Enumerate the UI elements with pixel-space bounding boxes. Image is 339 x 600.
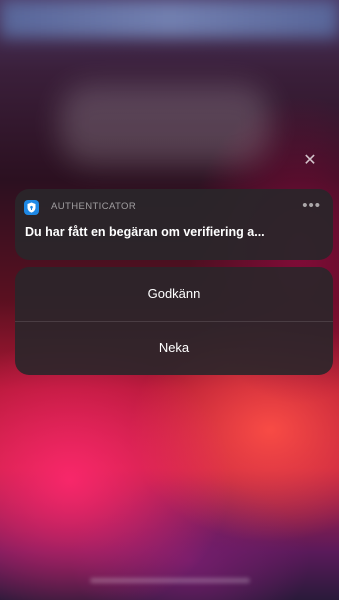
- lock-screen-clock: [60, 85, 270, 165]
- deny-button[interactable]: Neka: [15, 321, 333, 375]
- notification-actions: Godkänn Neka: [15, 267, 333, 375]
- lock-screen: ✕ AUTHENTICATOR ••• Du har fått en begär…: [0, 0, 339, 600]
- notification-message: Du har fått en begäran om verifiering a.…: [25, 225, 265, 239]
- notification-app-name: AUTHENTICATOR: [51, 201, 137, 212]
- shield-icon: [24, 200, 39, 215]
- approve-button[interactable]: Godkänn: [15, 267, 333, 321]
- close-icon[interactable]: ✕: [302, 153, 318, 169]
- status-bar: [0, 0, 339, 38]
- home-indicator[interactable]: [90, 578, 250, 583]
- notification-card[interactable]: AUTHENTICATOR ••• Du har fått en begäran…: [15, 189, 333, 260]
- more-options-icon[interactable]: •••: [302, 197, 321, 214]
